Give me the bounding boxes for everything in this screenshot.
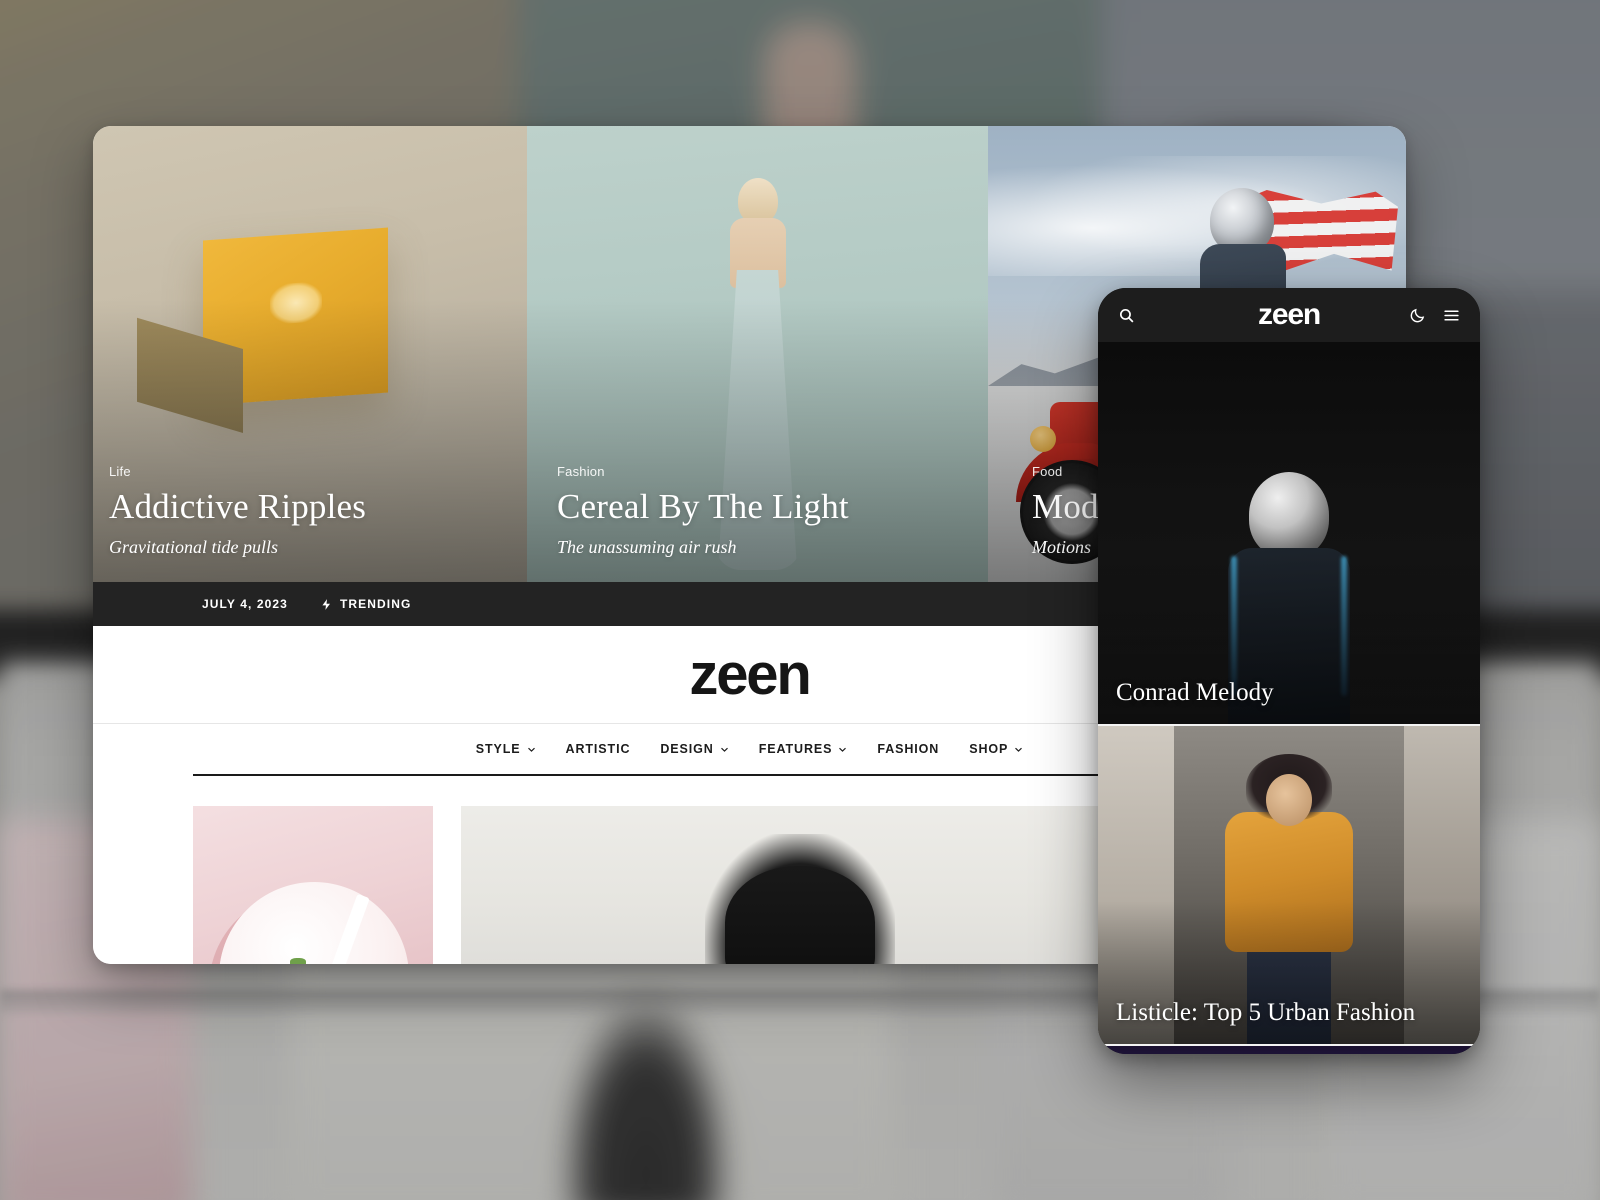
nav-label: STYLE: [475, 742, 521, 756]
mobile-article-card-3[interactable]: [1098, 1046, 1480, 1054]
card-gradient-overlay: [1098, 726, 1480, 1044]
hero-slide-text: Life Addictive Ripples Gravitational tid…: [109, 464, 509, 558]
mobile-phone-mockup: zeen Conrad Melody Listicle: Top 5 Urban…: [1098, 288, 1480, 1054]
chevron-down-icon: [838, 745, 847, 754]
chevron-down-icon: [1014, 745, 1023, 754]
hero-category[interactable]: Life: [109, 464, 509, 479]
nav-label: FEATURES: [758, 742, 833, 756]
article-card-plate[interactable]: [193, 806, 433, 964]
hero-subtitle: The unassuming air rush: [557, 537, 737, 557]
moon-icon[interactable]: [1409, 307, 1426, 324]
hamburger-menu-icon[interactable]: [1443, 307, 1460, 324]
nav-label: DESIGN: [660, 742, 714, 756]
trending-link[interactable]: TRENDING: [320, 597, 411, 611]
mobile-header: zeen: [1098, 288, 1480, 342]
mobile-article-card-2[interactable]: Listicle: Top 5 Urban Fashion: [1098, 726, 1480, 1044]
lightning-bolt-icon: [320, 598, 333, 611]
nav-label: FASHION: [877, 742, 940, 756]
nav-item-design[interactable]: DESIGN: [660, 742, 728, 756]
hero-slide-life[interactable]: Life Addictive Ripples Gravitational tid…: [93, 126, 527, 582]
article-card-portrait[interactable]: [461, 806, 1138, 964]
site-logo[interactable]: zeen: [689, 641, 811, 708]
mobile-article-title[interactable]: Listicle: Top 5 Urban Fashion: [1116, 999, 1462, 1028]
hero-slide-fashion[interactable]: Fashion Cereal By The Light The unassumi…: [527, 126, 988, 582]
hero-title[interactable]: Addictive Ripples: [109, 488, 509, 526]
nav-item-style[interactable]: STYLE: [476, 742, 536, 756]
chevron-down-icon: [720, 745, 729, 754]
nav-item-artistic[interactable]: ARTISTIC: [566, 742, 631, 756]
nav-label: ARTISTIC: [565, 742, 631, 756]
mobile-article-title[interactable]: Conrad Melody: [1116, 679, 1462, 708]
curly-hair-shape: [704, 834, 895, 964]
hero-subtitle: Gravitational tide pulls: [109, 537, 278, 557]
hero-category[interactable]: Fashion: [557, 464, 970, 479]
hero-slide-text: Fashion Cereal By The Light The unassumi…: [557, 464, 970, 558]
nav-label: SHOP: [969, 742, 1009, 756]
current-date: JULY 4, 2023: [202, 597, 288, 611]
card-gradient-overlay: [1098, 342, 1480, 724]
trending-label: TRENDING: [339, 597, 412, 611]
nav-item-features[interactable]: FEATURES: [759, 742, 848, 756]
chevron-down-icon: [527, 745, 536, 754]
hero-title[interactable]: Cereal By The Light: [557, 488, 970, 526]
plate-shape: [219, 882, 409, 964]
search-icon[interactable]: [1118, 307, 1135, 324]
nav-item-shop[interactable]: SHOP: [969, 742, 1023, 756]
mobile-header-actions: [1409, 307, 1460, 324]
mobile-site-logo[interactable]: zeen: [1258, 298, 1321, 332]
nav-item-fashion[interactable]: FASHION: [877, 742, 939, 756]
mobile-article-card-1[interactable]: Conrad Melody: [1098, 342, 1480, 724]
